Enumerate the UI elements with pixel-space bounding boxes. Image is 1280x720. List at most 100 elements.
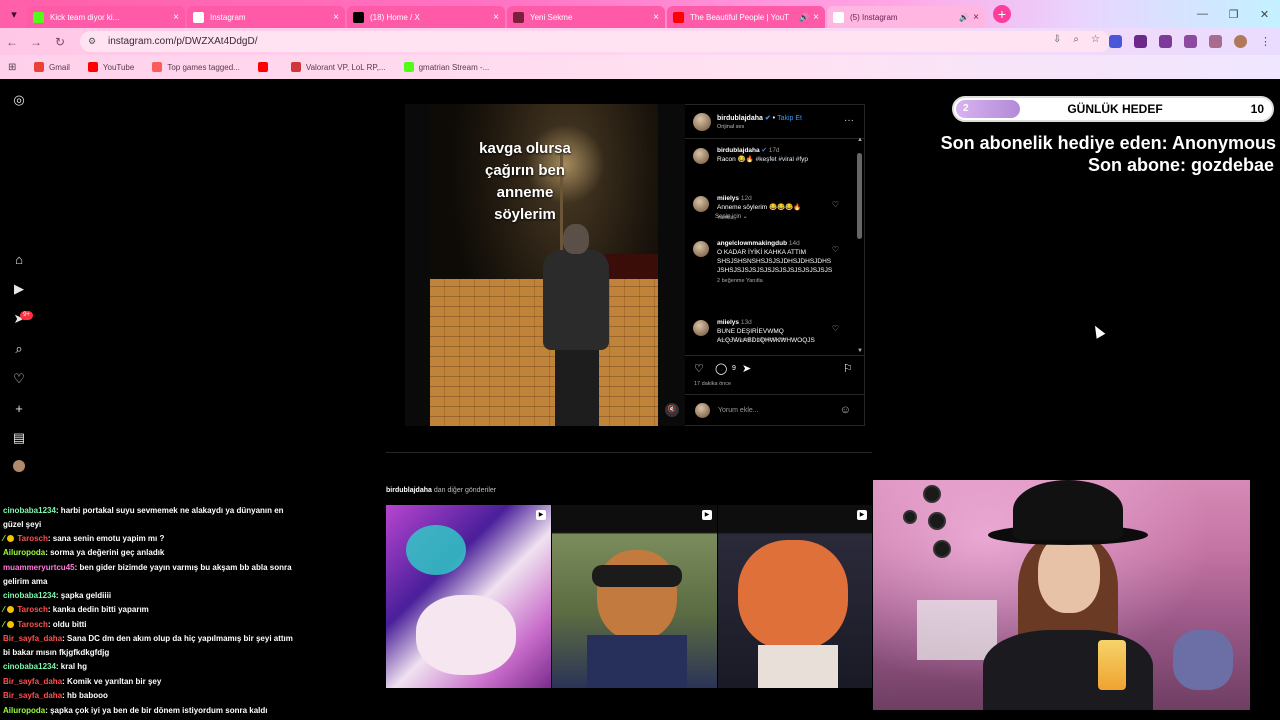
view-replies[interactable]: ——— 1 yanıtın tümünü gör xyxy=(717,337,785,343)
zoom-icon[interactable]: ⌕ xyxy=(1073,34,1079,45)
chat-username[interactable]: Tarosch xyxy=(17,620,48,629)
commenter-name[interactable]: miielys xyxy=(717,195,739,202)
chat-username[interactable]: Ailuropoda xyxy=(3,548,45,557)
comment-like-heart-icon[interactable]: ♡ xyxy=(832,324,839,333)
extension-shield-icon[interactable] xyxy=(1109,35,1122,48)
chat-username[interactable]: cinobaba1234 xyxy=(3,662,56,671)
commenter-avatar[interactable] xyxy=(693,196,709,212)
extensions-icon[interactable] xyxy=(1159,35,1172,48)
search-icon[interactable]: ⌕ xyxy=(11,341,27,357)
chat-username[interactable]: cinobaba1234 xyxy=(3,506,56,515)
instagram-logo-icon[interactable]: ◎ xyxy=(11,92,27,108)
tab-4[interactable]: Yeni Sekme × xyxy=(507,6,665,28)
close-tab-icon[interactable]: × xyxy=(333,12,339,23)
close-tab-icon[interactable]: × xyxy=(813,12,819,23)
bookmark-label: Gmail xyxy=(49,62,70,72)
share-icon[interactable]: ➤ xyxy=(742,362,751,375)
toolbar: ← → ↻ ⚙ instagram.com/p/DWZXAt4DdgD/ ⇩ ⌕… xyxy=(0,28,1280,55)
chat-username[interactable]: Tarosch xyxy=(17,534,48,543)
tab-3[interactable]: (18) Home / X × xyxy=(347,6,505,28)
reload-icon[interactable]: ↻ xyxy=(48,35,72,49)
more-options-icon[interactable]: ··· xyxy=(844,115,854,126)
chat-username[interactable]: cinobaba1234 xyxy=(3,591,56,600)
speaker-icon[interactable]: 🔊 xyxy=(799,13,809,22)
forward-icon[interactable]: → xyxy=(24,35,48,49)
profile-avatar[interactable] xyxy=(13,460,25,472)
restore-icon[interactable]: ❐ xyxy=(1218,8,1249,21)
bookmark-item[interactable] xyxy=(257,62,273,72)
post-thumbnail[interactable]: ▶ xyxy=(552,505,717,688)
mute-icon[interactable]: 🔇 xyxy=(665,403,679,417)
install-icon[interactable]: ⇩ xyxy=(1053,34,1061,45)
comment-like-heart-icon[interactable]: ♡ xyxy=(832,200,839,209)
tab-search-icon[interactable]: ▾ xyxy=(3,3,25,25)
comment-meta[interactable]: 2 beğenme Yanıtla xyxy=(717,277,763,286)
author-avatar[interactable] xyxy=(693,113,711,131)
bookmark-item[interactable]: gmatrian Stream -... xyxy=(403,62,489,72)
home-icon[interactable]: ⌂ xyxy=(11,252,27,268)
chat-text: : sorma ya değerini geç anladık xyxy=(45,548,165,557)
commenter-name[interactable]: miielys xyxy=(717,319,739,326)
last-gift-sub: Son abonelik hediye eden: Anonymous xyxy=(940,133,1276,153)
bookmark-item[interactable]: Gmail xyxy=(34,62,70,72)
profile-avatar[interactable] xyxy=(1234,35,1247,48)
back-icon[interactable]: ← xyxy=(0,35,24,49)
extension-twitch-icon[interactable] xyxy=(1134,35,1147,48)
comments-scrollbar[interactable]: ▲ ▼ xyxy=(857,137,863,354)
comment-like-heart-icon[interactable]: ♡ xyxy=(832,245,839,254)
chat-username[interactable]: muammeryurtcu45 xyxy=(3,563,75,572)
bookmark-star-icon[interactable]: ☆ xyxy=(1091,34,1100,45)
minimize-icon[interactable]: — xyxy=(1187,8,1218,20)
author-name[interactable]: birdublajdaha xyxy=(717,115,763,122)
save-bookmark-icon[interactable]: ⚐ xyxy=(843,362,853,375)
address-bar[interactable]: ⚙ instagram.com/p/DWZXAt4DdgD/ ⇩ ⌕ ☆ xyxy=(80,31,1110,52)
bookmark-item[interactable]: Valorant VP, LoL RP,... xyxy=(290,62,386,72)
new-tab-button[interactable]: + xyxy=(993,5,1011,23)
more-posts-heading: birdublajdaha dan diğer gönderiler xyxy=(386,487,497,494)
close-window-icon[interactable]: ✕ xyxy=(1249,8,1280,21)
chat-username[interactable]: Ailuropoda xyxy=(3,706,45,715)
close-tab-icon[interactable]: × xyxy=(173,12,179,23)
bookmark-item[interactable]: Top games tagged... xyxy=(152,62,240,72)
like-heart-icon[interactable]: ♡ xyxy=(694,362,704,375)
chat-username[interactable]: Bir_sayfa_daha xyxy=(3,677,62,686)
hashtags[interactable]: #keşfet #viral #fyp xyxy=(756,156,808,163)
create-icon[interactable]: + xyxy=(11,401,27,417)
split-view-icon[interactable] xyxy=(1209,35,1222,48)
chat-username[interactable]: Bir_sayfa_daha xyxy=(3,691,62,700)
bookmark-item[interactable]: YouTube xyxy=(87,62,134,72)
menu-icon[interactable]: ⋮ xyxy=(1259,35,1272,48)
close-tab-icon[interactable]: × xyxy=(973,12,979,23)
tab-2[interactable]: Instagram × xyxy=(187,6,345,28)
emoji-icon[interactable]: ☺ xyxy=(840,404,851,416)
notifications-heart-icon[interactable]: ♡ xyxy=(11,371,27,387)
apps-icon[interactable]: ⊞ xyxy=(8,62,20,73)
post-video[interactable]: kavga olursa çağırın ben anneme söylerim… xyxy=(405,104,685,426)
audio-label[interactable]: Orijinal ses xyxy=(717,124,744,130)
reels-icon[interactable]: ▶ xyxy=(11,281,27,297)
mouse-cursor-icon xyxy=(1090,323,1106,339)
tab-6[interactable]: (5) Instagram 🔊 × xyxy=(827,6,985,28)
speaker-icon[interactable]: 🔊 xyxy=(959,13,969,22)
chat-username[interactable]: Bir_sayfa_daha xyxy=(3,634,62,643)
close-tab-icon[interactable]: × xyxy=(653,12,659,23)
post-thumbnail[interactable]: ▶ xyxy=(386,505,551,688)
comment-meta[interactable]: Yanıtla xyxy=(717,214,734,223)
follow-button[interactable]: Takip Et xyxy=(777,115,802,122)
commenter-avatar[interactable] xyxy=(693,241,709,257)
post-thumbnail[interactable]: ▶ xyxy=(718,505,872,688)
close-tab-icon[interactable]: × xyxy=(493,12,499,23)
post-header: birdublajdaha ✔ • Takip Et Orijinal ses … xyxy=(685,105,864,139)
add-comment-input[interactable]: Yorum ekle... xyxy=(718,407,759,414)
chat-username[interactable]: Tarosch xyxy=(17,605,48,614)
caption-user[interactable]: birdublajdaha xyxy=(717,147,760,154)
commenter-avatar[interactable] xyxy=(693,320,709,336)
media-icon[interactable] xyxy=(1184,35,1197,48)
site-info-icon[interactable]: ⚙ xyxy=(88,36,100,48)
commenter-name[interactable]: angelclownmakingdub xyxy=(717,240,787,247)
tab-5[interactable]: The Beautiful People | YouT 🔊 × xyxy=(667,6,825,28)
comment-icon[interactable]: ◯ xyxy=(715,362,727,375)
dashboard-icon[interactable]: ▤ xyxy=(11,430,27,446)
more-posts-user[interactable]: birdublajdaha xyxy=(386,487,432,494)
tab-1[interactable]: Kick team diyor ki... × xyxy=(27,6,185,28)
